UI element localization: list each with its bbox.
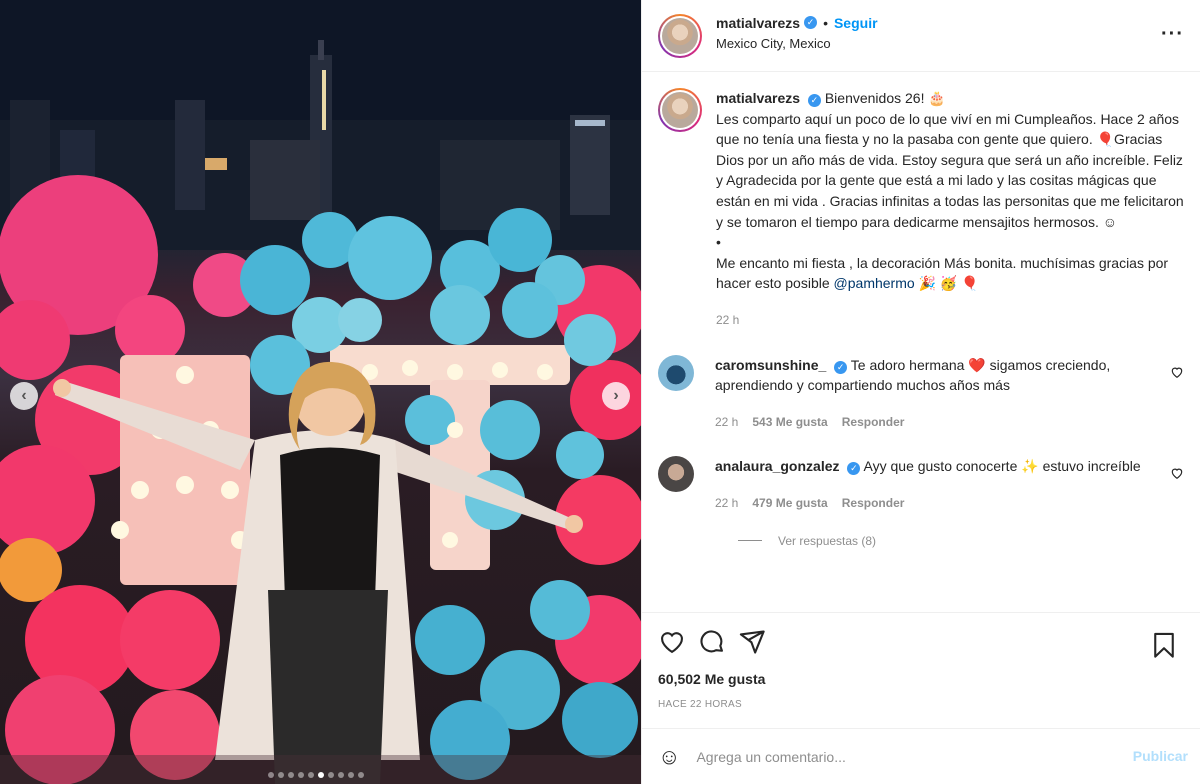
verified-badge-icon: ✓ — [807, 94, 821, 107]
view-replies-label: Ver respuestas (8) — [778, 533, 877, 548]
like-heart-icon[interactable] — [658, 622, 698, 662]
post-location[interactable]: Mexico City, Mexico — [716, 36, 878, 51]
action-bar — [642, 613, 1200, 671]
mention-link[interactable]: @pamhermo — [834, 275, 915, 291]
comment-item: analaura_gonzalez ✓ Ayy que gusto conoce… — [658, 456, 1184, 513]
emoji-picker-icon[interactable]: ☺ — [658, 744, 680, 770]
comment-time[interactable]: 22 h — [715, 412, 738, 433]
comment-like-heart-icon[interactable] — [1170, 365, 1184, 382]
more-options-icon[interactable]: ··· — [1161, 23, 1184, 46]
post-photo[interactable]: ‹ › — [0, 0, 641, 784]
carousel-dot — [298, 772, 304, 778]
carousel-dot — [268, 772, 274, 778]
comment-like-heart-icon[interactable] — [1170, 466, 1184, 483]
follow-button[interactable]: Seguir — [834, 15, 878, 31]
carousel-dot — [338, 772, 344, 778]
comment-icon[interactable] — [698, 622, 738, 662]
author-avatar[interactable] — [658, 13, 702, 58]
caption-time[interactable]: 22 h — [716, 310, 739, 331]
commenter-avatar[interactable] — [658, 354, 694, 391]
comment-text: Ayy que gusto conocerte ✨ estuvo increíb… — [863, 458, 1141, 475]
share-icon[interactable] — [738, 622, 778, 662]
caption-username[interactable]: matialvarezs — [716, 90, 800, 106]
verified-badge-icon: ✓ — [834, 360, 848, 374]
view-replies-button[interactable]: Ver respuestas (8) — [738, 534, 1184, 548]
carousel-dot — [288, 772, 294, 778]
post-timestamp[interactable]: HACE 22 HORAS — [642, 687, 1200, 710]
carousel-dot — [358, 772, 364, 778]
bookmark-icon[interactable] — [1150, 625, 1190, 665]
carousel-dot — [308, 772, 314, 778]
carousel-dot — [348, 772, 354, 778]
commenter-username[interactable]: analaura_gonzalez — [715, 458, 840, 474]
publish-button[interactable]: Publicar — [1133, 748, 1188, 764]
carousel-dot — [328, 772, 334, 778]
caption-bullet: • — [716, 234, 721, 251]
comment-likes[interactable]: 543 Me gusta — [752, 412, 827, 433]
likes-count[interactable]: 60,502 Me gusta — [642, 671, 1200, 687]
separator-dot: • — [823, 14, 828, 31]
reply-button[interactable]: Responder — [842, 412, 905, 433]
comment-input[interactable] — [696, 748, 1097, 765]
caption: matialvarezs ✓ Bienvenidos 26! 🎂 Les com… — [658, 88, 1184, 331]
post-details-panel: matialvarezs ✓ • Seguir Mexico City, Mex… — [641, 0, 1200, 784]
instagram-post: ‹ › matialvarezs ✓ • Seguir Mexico City,… — [0, 0, 1200, 784]
verified-badge-icon: ✓ — [804, 16, 818, 29]
comment-time[interactable]: 22 h — [715, 493, 738, 514]
comment-item: caromsunshine_ ✓ Te adoro hermana ❤️ sig… — [658, 354, 1184, 433]
previous-slide-button[interactable]: ‹ — [10, 382, 38, 410]
reply-button[interactable]: Responder — [842, 493, 905, 514]
carousel-indicator — [268, 772, 364, 778]
caption-text: Les comparto aquí un poco de lo que viví… — [716, 110, 1184, 230]
carousel-dot-active — [318, 772, 324, 778]
caption-emojis: 🎉 🥳 🎈 — [914, 275, 979, 292]
comment-likes[interactable]: 479 Me gusta — [752, 493, 827, 514]
post-header: matialvarezs ✓ • Seguir Mexico City, Mex… — [642, 0, 1200, 72]
party-photo-illustration — [0, 0, 641, 784]
replies-divider — [738, 540, 762, 541]
carousel-dot — [278, 772, 284, 778]
verified-badge-icon: ✓ — [847, 462, 861, 476]
caption-author-avatar[interactable] — [658, 88, 702, 132]
caption-title: Bienvenidos 26! 🎂 — [824, 90, 946, 106]
chevron-left-icon: ‹ — [21, 387, 27, 404]
add-comment-bar: ☺ Publicar — [642, 728, 1200, 784]
comments-section[interactable]: matialvarezs ✓ Bienvenidos 26! 🎂 Les com… — [642, 72, 1200, 613]
commenter-username[interactable]: caromsunshine_ — [715, 357, 826, 373]
author-username[interactable]: matialvarezs — [716, 15, 800, 31]
chevron-right-icon: › — [613, 387, 619, 404]
commenter-avatar[interactable] — [658, 456, 694, 493]
next-slide-button[interactable]: › — [602, 382, 630, 410]
